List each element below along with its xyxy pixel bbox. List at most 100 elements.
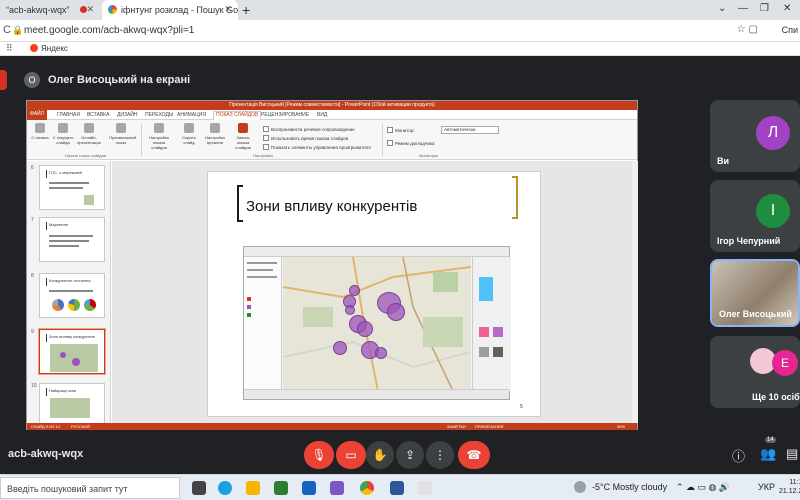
present-icon: ⇪ — [404, 448, 416, 462]
tab-design[interactable]: ДИЗАЙН — [117, 112, 138, 118]
monitor-label: Монитор: — [387, 127, 415, 133]
raise-hand-button[interactable]: ✋ — [366, 441, 394, 469]
participant-tile-ihor[interactable]: І Ігор Чепурний — [710, 180, 800, 252]
text-line — [49, 182, 89, 184]
checkbox-presenter-view[interactable]: Режим докладчика — [387, 140, 434, 146]
ribbon-divider — [382, 123, 383, 157]
info-icon[interactable]: ⓘ — [732, 446, 745, 465]
map-style-panel — [472, 257, 511, 391]
task-view-icon[interactable] — [192, 481, 206, 495]
url-field[interactable]: meet.google.com/acb-akwq-wqx?pli=1 — [24, 25, 194, 36]
reload-icon[interactable]: C — [3, 24, 11, 36]
keyboard-language[interactable]: УКР — [758, 482, 775, 492]
comments-button[interactable]: ПРИМЕЧАНИЯ — [475, 424, 503, 429]
map-layers-panel — [244, 257, 282, 391]
participant-tile-oleh[interactable]: Олег Висоцький — [710, 259, 800, 327]
bookmark-star-icon[interactable]: ☆ ▢ — [737, 24, 758, 35]
meet-controls-bar: acb-akwq-wqx 🎙 ▭ ✋ ⇪ ⋮ ☎ ⓘ 👥 ▤ — [0, 436, 800, 474]
hide-slide-button[interactable]: Скрыть слайд — [177, 123, 201, 145]
app-icon[interactable] — [418, 481, 432, 495]
tray-icons[interactable]: ⌃ ☁ ▭ ◍ 🔊 — [676, 482, 730, 493]
edge-icon[interactable] — [218, 481, 232, 495]
new-tab-button[interactable]: + — [242, 2, 250, 18]
setup-show-button[interactable]: Настройка показа слайдов — [147, 123, 171, 150]
ribbon-button-label: Запись показа слайдов — [235, 135, 251, 150]
notes-button[interactable]: ЗАМЕТКИ — [447, 424, 466, 429]
checkbox-timings[interactable]: Использовать время показа слайдов — [263, 135, 348, 141]
vertical-scrollbar[interactable] — [632, 161, 638, 423]
presenting-indicator — [0, 70, 7, 90]
participant-tile-you[interactable]: Л Ви — [710, 100, 800, 172]
end-call-button[interactable]: ☎ — [458, 441, 490, 469]
text-line — [49, 187, 83, 189]
bookmark-yandex[interactable]: Яндекс — [30, 44, 68, 53]
color-swatch — [479, 277, 493, 301]
from-current-button[interactable]: С текущего слайда — [51, 123, 75, 145]
file-explorer-icon[interactable] — [246, 481, 260, 495]
ribbon-divider — [141, 123, 142, 157]
minimize-icon[interactable]: — — [738, 3, 748, 14]
profile-label[interactable]: Спи — [782, 25, 798, 35]
close-window-icon[interactable]: ✕ — [783, 3, 791, 14]
chrome-icon[interactable] — [360, 481, 374, 495]
more-options-button[interactable]: ⋮ — [426, 441, 454, 469]
competitor-zone — [375, 347, 387, 359]
monitor-select[interactable]: Автоматически — [441, 126, 499, 134]
color-swatch — [479, 327, 489, 337]
tab-file[interactable]: ФАЙЛ — [27, 110, 47, 120]
avatar: О — [24, 72, 40, 88]
tab-view[interactable]: ВИД — [317, 112, 327, 118]
zoom-level[interactable]: 49% — [617, 424, 625, 429]
tab-transitions[interactable]: ПЕРЕХОДЫ — [145, 112, 173, 118]
powerpoint-status-bar: СЛАЙД 9 ИЗ 14 РУССКИЙ ЗАМЕТКИ ПРИМЕЧАНИЯ… — [27, 423, 637, 430]
record-slideshow-button[interactable]: Запись показа слайдов — [231, 123, 255, 150]
mail-icon[interactable] — [302, 481, 316, 495]
tab-meet-label: “acb-akwq-wqx” — [6, 5, 70, 15]
app-icon[interactable] — [330, 481, 344, 495]
tab-review[interactable]: РЕЦЕНЗИРОВАНИЕ — [261, 112, 309, 118]
thumbnail-number: 8 — [31, 273, 34, 279]
weather-text[interactable]: -5°C Mostly cloudy — [592, 482, 667, 492]
text-line — [49, 290, 93, 292]
apps-icon[interactable]: ⠿ — [6, 43, 13, 54]
tab-google-search[interactable]: іфнтунг розклад - Пошук Googl ✕ — [102, 0, 238, 20]
store-icon[interactable] — [274, 481, 288, 495]
current-slide: Зони впливу конкурентів 5 — [207, 171, 541, 417]
setup-icon — [154, 123, 164, 133]
custom-show-button[interactable]: Произвольный показ — [109, 123, 136, 145]
word-icon[interactable] — [390, 481, 404, 495]
mic-off-button[interactable]: 🎙 — [304, 441, 334, 469]
participant-tile-more[interactable]: Е Ще 10 осіб — [710, 336, 800, 408]
from-beginning-button[interactable]: С начала — [28, 123, 52, 140]
thumbnail-title: Найкращі зони — [49, 388, 77, 393]
thumbnail-image: ГОС. с мережевій — [39, 165, 105, 210]
people-icon[interactable]: 👥 — [760, 446, 776, 462]
tab-meet[interactable]: “acb-akwq-wqx” ✕ — [0, 0, 100, 20]
checkbox-narration[interactable]: Воспроизвести речевое сопровождение — [263, 126, 355, 132]
online-presentation-button[interactable]: Онлайн-презентация — [77, 123, 101, 145]
close-icon[interactable]: ✕ — [224, 4, 232, 15]
tab-animation[interactable]: АНИМАЦИЯ — [177, 112, 206, 118]
taskbar-search[interactable]: Введіть пошуковий запит тут — [0, 477, 180, 499]
thumbnail-image: Найкращі зони — [39, 383, 105, 423]
checkbox-media-controls[interactable]: Показать элементы управления проигрывате… — [263, 144, 371, 150]
tab-slideshow[interactable]: ПОКАЗ СЛАЙДОВ — [213, 111, 262, 120]
tab-home[interactable]: ГЛАВНАЯ — [57, 112, 80, 118]
close-icon[interactable]: ✕ — [86, 4, 94, 15]
chevron-down-icon[interactable]: ⌄ — [718, 3, 726, 14]
layer-marker — [247, 313, 251, 317]
search-input[interactable]: Введіть пошуковий запит тут — [7, 484, 128, 494]
tab-insert[interactable]: ВСТАВКА — [87, 112, 109, 118]
camera-off-button[interactable]: ▭ — [336, 441, 366, 469]
maximize-icon[interactable]: ❐ — [760, 3, 769, 14]
competitor-zone — [357, 321, 373, 337]
rehearse-timings-button[interactable]: Настройка времени — [203, 123, 227, 145]
text-line — [49, 240, 89, 242]
title-bar — [46, 170, 47, 178]
chat-icon[interactable]: ▤ — [786, 446, 798, 462]
clock[interactable]: 11:1 21.12.2 — [779, 478, 800, 496]
yandex-icon — [30, 44, 38, 52]
slide-title[interactable]: Зони впливу конкурентів — [246, 198, 417, 215]
present-button[interactable]: ⇪ — [396, 441, 424, 469]
meeting-code: acb-akwq-wqx — [8, 448, 84, 460]
